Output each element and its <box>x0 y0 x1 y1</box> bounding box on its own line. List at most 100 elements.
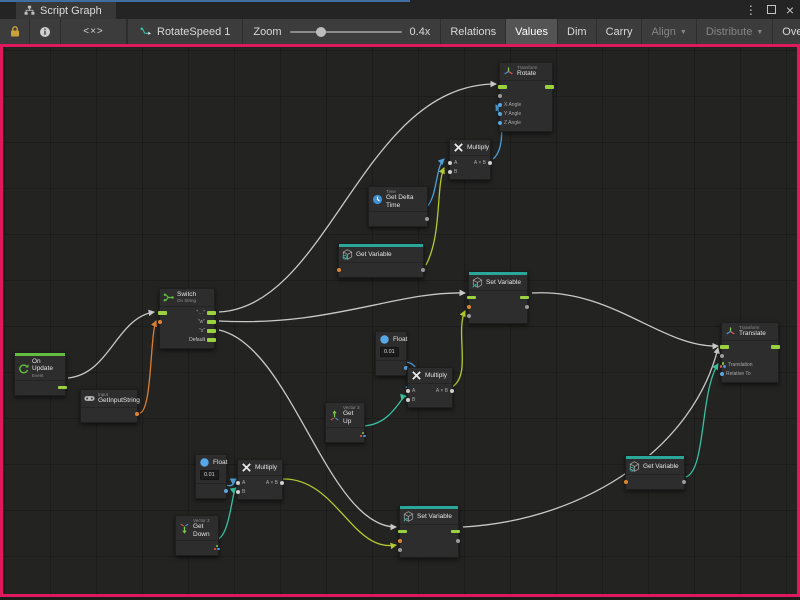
port-flow[interactable] <box>58 386 67 390</box>
var-get-icon <box>342 249 353 260</box>
loop-icon <box>18 363 29 374</box>
toolbar-button-carry[interactable]: Carry <box>597 19 643 44</box>
port-orange[interactable] <box>158 320 162 324</box>
toolbar-button-values[interactable]: Values <box>506 19 558 44</box>
port-label: X Angle <box>504 102 521 108</box>
port-orange[interactable] <box>624 480 628 484</box>
port-flow[interactable] <box>720 345 729 349</box>
port-gray[interactable] <box>525 305 529 309</box>
port-blue[interactable] <box>720 372 724 376</box>
port-flow[interactable] <box>207 320 216 324</box>
node-get-delta-time[interactable]: TimeGet Delta Time <box>368 186 428 227</box>
toolbar-button-align[interactable]: Align▼ <box>642 19 696 44</box>
port-gray[interactable] <box>682 480 686 484</box>
port-orange[interactable] <box>135 412 139 416</box>
node-vector3-get-up[interactable]: Vector 3Get Up <box>325 402 365 443</box>
port-flow[interactable] <box>207 329 216 333</box>
port-gray[interactable] <box>425 217 429 221</box>
window-maximize-icon[interactable] <box>767 5 776 14</box>
output-port <box>545 85 554 89</box>
node-set-variable-top[interactable]: Set Variable <box>468 271 528 324</box>
port-flow[interactable] <box>467 296 476 300</box>
port-flow[interactable] <box>498 85 507 89</box>
branch-icon <box>163 292 174 303</box>
node-get-variable-right[interactable]: Get Variable <box>625 455 685 490</box>
port-lite[interactable] <box>450 389 454 393</box>
port-flow[interactable] <box>545 85 554 89</box>
port-lite[interactable] <box>488 161 492 165</box>
port-blue[interactable] <box>498 121 502 125</box>
node-value-input[interactable]: 0.01 <box>200 470 219 480</box>
port-gray[interactable] <box>720 354 724 358</box>
node-ports <box>400 524 458 557</box>
port-flow[interactable] <box>451 530 460 534</box>
port-row: Default <box>160 336 214 345</box>
graph-breadcrumb[interactable]: RotateSpeed 1 <box>127 19 243 44</box>
toolbar-button-dim[interactable]: Dim <box>558 19 597 44</box>
lock-icon[interactable] <box>0 19 30 44</box>
output-port <box>224 489 228 493</box>
port-gray[interactable] <box>467 314 471 318</box>
node-title: Set Variable <box>486 279 521 286</box>
zoom-slider[interactable] <box>290 31 402 33</box>
port-lite[interactable] <box>236 481 240 485</box>
port-lite[interactable] <box>406 389 410 393</box>
node-float-bottom[interactable]: Float0.01 <box>195 454 227 499</box>
toolbar-button-distribute[interactable]: Distribute▼ <box>697 19 773 44</box>
node-multiply-mid[interactable]: MultiplyAA × BB <box>407 367 453 408</box>
port-lite[interactable] <box>406 398 410 402</box>
node-title: On Update <box>32 358 61 373</box>
node-get-variable-mid[interactable]: Get Variable <box>338 243 424 278</box>
port-flow[interactable] <box>520 296 529 300</box>
port-blue[interactable] <box>498 103 502 107</box>
code-view-icon[interactable]: <×> <box>61 19 127 44</box>
port-blue[interactable] <box>224 489 228 493</box>
node-vector3-get-down[interactable]: Vector 3Get Down <box>175 515 219 556</box>
port-flow[interactable] <box>771 345 780 349</box>
port-lite[interactable] <box>280 481 284 485</box>
window-menu-icon[interactable]: ⋮ <box>745 4 757 16</box>
node-transform-rotate[interactable]: TransformRotateX AngleY AngleZ Angle <box>499 62 553 132</box>
port-orange[interactable] <box>398 539 402 543</box>
port-lite[interactable] <box>448 161 452 165</box>
node-switch-on-string[interactable]: SwitchOn String"…""w""s"Default <box>159 288 215 349</box>
node-get-input-string[interactable]: InputGetInputString <box>80 389 138 423</box>
port-vector3[interactable] <box>720 362 726 368</box>
node-multiply-bottom[interactable]: MultiplyAA × BB <box>237 459 283 500</box>
node-transform-translate[interactable]: TransformTranslateTranslationRelative To <box>721 322 779 383</box>
node-set-variable-bottom[interactable]: Set Variable <box>399 505 459 558</box>
port-flow[interactable] <box>158 311 167 315</box>
port-lite[interactable] <box>236 490 240 494</box>
node-multiply-top[interactable]: MultiplyAA × BB <box>449 139 491 180</box>
float-icon <box>199 457 210 468</box>
zoom-slider-handle[interactable] <box>316 27 326 37</box>
node-float-mid[interactable]: Float0.01 <box>375 331 407 376</box>
window-close-icon[interactable]: × <box>786 3 794 17</box>
port-label: Default <box>189 337 205 343</box>
port-flow[interactable] <box>207 338 216 342</box>
mult-icon <box>241 462 252 473</box>
toolbar-button-relations[interactable]: Relations <box>441 19 506 44</box>
port-orange[interactable] <box>467 305 471 309</box>
port-label: A × B <box>266 480 278 486</box>
node-value-input[interactable]: 0.01 <box>380 347 399 357</box>
port-flow[interactable] <box>398 530 407 534</box>
port-label: A <box>454 160 457 166</box>
port-flow[interactable] <box>207 311 216 315</box>
port-label: B <box>454 169 457 175</box>
port-gray[interactable] <box>421 268 425 272</box>
port-vector3[interactable] <box>360 432 366 438</box>
node-on-update-event[interactable]: On UpdateEvent <box>14 352 66 396</box>
port-orange[interactable] <box>337 268 341 272</box>
info-icon[interactable] <box>30 19 61 44</box>
node-ports <box>15 380 65 395</box>
port-blue[interactable] <box>498 112 502 116</box>
port-vector3[interactable] <box>214 545 220 551</box>
port-lite[interactable] <box>448 170 452 174</box>
port-row <box>376 363 406 372</box>
tab-script-graph[interactable]: Script Graph <box>16 2 116 19</box>
port-gray[interactable] <box>498 94 502 98</box>
toolbar-button-overview[interactable]: Overview <box>773 19 800 44</box>
port-gray[interactable] <box>398 548 402 552</box>
port-gray[interactable] <box>456 539 460 543</box>
